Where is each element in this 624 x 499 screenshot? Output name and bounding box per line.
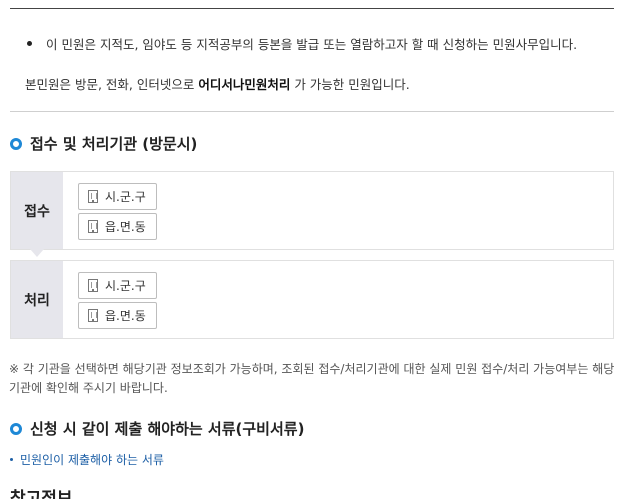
org-chip-label: 시.군.구 xyxy=(105,279,146,293)
processing-label: 처리 xyxy=(24,292,50,309)
intro-bullet: 이 민원은 지적도, 임야도 등 지적공부의 등본을 발급 또는 열람하고자 할… xyxy=(27,34,577,53)
org-side-label: 접수 xyxy=(11,172,63,257)
ring-icon xyxy=(10,422,22,435)
availability-suffix: 가 가능한 민원입니다. xyxy=(290,77,410,92)
building-icon xyxy=(88,279,98,292)
required-documents-link-text: 민원인이 제출해야 하는 서류 xyxy=(20,453,164,467)
bullet-dot-icon xyxy=(27,41,32,46)
org-chip-eup-myeon-dong[interactable]: 읍.면.동 xyxy=(78,302,157,329)
org-chip-eup-myeon-dong[interactable]: 읍.면.동 xyxy=(78,213,157,240)
availability-prefix: 본민원은 방문, 전화, 인터넷으로 xyxy=(25,77,199,92)
required-documents-link[interactable]: 민원인이 제출해야 하는 서류 xyxy=(10,451,164,468)
org-note: ※ 각 기관을 선택하면 해당기관 정보조회가 가능하며, 조회된 접수/처리기… xyxy=(9,362,615,395)
building-icon xyxy=(88,190,98,203)
intro-bullet-text: 이 민원은 지적도, 임야도 등 지적공부의 등본을 발급 또는 열람하고자 할… xyxy=(46,37,578,52)
documents-section-title: 신청 시 같이 제출 해야하는 서류(구비서류) xyxy=(30,420,305,438)
ring-icon xyxy=(10,137,22,150)
reception-section-title: 접수 및 처리기관 (방문시) xyxy=(30,135,198,153)
org-chip-si-gun-gu[interactable]: 시.군.구 xyxy=(78,272,157,299)
org-side-label: 처리 xyxy=(11,261,63,338)
section-divider xyxy=(10,111,614,112)
reference-info-heading: 참고정보 xyxy=(10,489,73,499)
availability-strong: 어디서나민원처리 xyxy=(198,77,291,92)
reception-org-box: 접수 시.군.구 읍.면.동 xyxy=(10,171,614,257)
building-icon xyxy=(88,220,98,233)
top-divider xyxy=(10,8,614,9)
processing-org-box: 처리 시.군.구 읍.면.동 xyxy=(10,260,614,339)
org-chip-si-gun-gu[interactable]: 시.군.구 xyxy=(78,183,157,210)
org-chip-label: 읍.면.동 xyxy=(105,220,146,234)
arrow-down-icon xyxy=(30,249,44,257)
availability-line: 본민원은 방문, 전화, 인터넷으로 어디서나민원처리 가 가능한 민원입니다. xyxy=(25,74,410,93)
org-chip-label: 읍.면.동 xyxy=(105,309,146,323)
documents-section-heading: 신청 시 같이 제출 해야하는 서류(구비서류) xyxy=(10,418,304,439)
reception-label: 접수 xyxy=(24,203,50,220)
building-icon xyxy=(88,309,98,322)
reception-section-heading: 접수 및 처리기관 (방문시) xyxy=(10,133,197,154)
bullet-dot-icon xyxy=(10,458,13,461)
org-chip-label: 시.군.구 xyxy=(105,190,146,204)
